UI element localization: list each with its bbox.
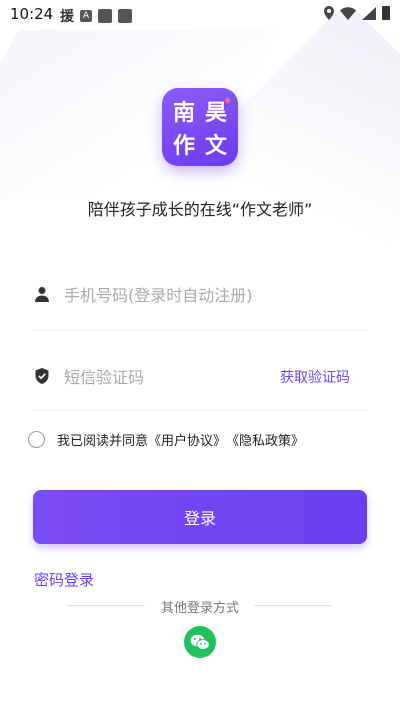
notification-icon [118,9,132,23]
logo-char: 作 [172,132,195,159]
battery-icon [382,6,390,20]
logo-char: 文 [204,132,227,159]
status-bar: 10:24 援 A [0,0,400,28]
status-time: 10:24 [10,5,54,23]
status-right-icons [324,6,390,20]
other-login-divider: 其他登录方式 [0,597,400,616]
phone-input[interactable] [62,278,306,312]
wechat-login-button[interactable] [184,626,216,658]
logo-char: 南 [172,99,195,126]
agreement-radio[interactable] [28,431,45,448]
login-button[interactable]: 登录 [33,490,367,544]
user-agreement-link[interactable]: 《用户协议》 [148,430,226,449]
divider-line [254,605,332,606]
slogan: 陪伴孩子成长的在线“作文老师” [87,200,313,219]
logo-char: 昊 [204,99,227,126]
get-code-button[interactable]: 获取验证码 [280,367,350,387]
password-login-link[interactable]: 密码登录 [34,569,94,590]
code-input[interactable] [62,360,306,394]
other-login-label: 其他登录方式 [160,601,239,616]
user-icon [35,287,49,302]
logo-dot [225,98,230,103]
privacy-policy-link[interactable]: 《隐私政策》 [226,430,304,449]
agreement-row: 我已阅读并同意 《用户协议》 《隐私政策》 [28,430,304,449]
a-icon: A [80,10,92,22]
status-left-icons: 援 A [60,6,132,26]
location-icon [324,6,334,20]
status-app-text: 援 [60,9,74,25]
wechat-icon [190,634,210,650]
notification-icon [98,9,112,23]
app-logo: 南 昊 作 文 [162,88,238,166]
shield-icon [35,368,49,384]
phone-field [32,274,368,331]
code-field: 获取验证码 [32,356,368,411]
agreement-prefix: 我已阅读并同意 [57,434,149,449]
signal-icon [362,6,376,20]
wifi-icon [340,6,356,20]
